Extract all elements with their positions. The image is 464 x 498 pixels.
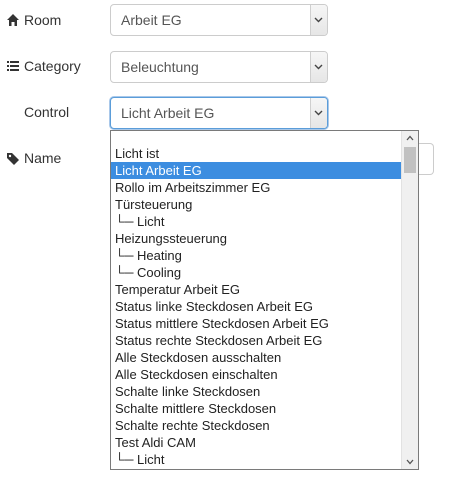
list-icon: [6, 59, 20, 73]
dropdown-option[interactable]: Status mittlere Steckdosen Arbeit EG: [111, 315, 402, 332]
scrollbar-thumb[interactable]: [404, 147, 416, 173]
dropdown-option[interactable]: └─ Cooling: [111, 264, 402, 281]
control-dropdown-list[interactable]: Licht ist Licht Arbeit EG Rollo im Arbeits…: [110, 130, 419, 470]
control-label: Control: [24, 104, 70, 120]
room-label: Room: [24, 12, 62, 28]
option-list: Licht ist Licht Arbeit EG Rollo im Arbeits…: [111, 145, 402, 468]
name-label-row: Name: [6, 148, 61, 168]
dropdown-option[interactable]: Test Aldi CAM: [111, 434, 402, 451]
category-label-row: Category: [6, 56, 81, 76]
room-label-row: Room: [6, 10, 61, 30]
home-icon: [6, 13, 20, 27]
chevron-down-icon[interactable]: [310, 5, 327, 35]
dropdown-option[interactable]: Alle Steckdosen ausschalten: [111, 349, 402, 366]
dropdown-option[interactable]: Alle Steckdosen einschalten: [111, 366, 402, 383]
tag-icon: [6, 151, 20, 165]
chevron-down-icon[interactable]: [310, 98, 327, 128]
dropdown-option[interactable]: Rollo im Arbeitszimmer EG: [111, 179, 402, 196]
dropdown-option[interactable]: Schalte linke Steckdosen: [111, 383, 402, 400]
scroll-up-icon[interactable]: [402, 131, 418, 145]
dropdown-option[interactable]: Heizungssteuerung: [111, 230, 402, 247]
dropdown-option[interactable]: └─ Licht: [111, 451, 402, 468]
dropdown-option[interactable]: Schalte mittlere Steckdosen: [111, 400, 402, 417]
dropdown-option[interactable]: Licht ist: [111, 145, 402, 162]
dropdown-option[interactable]: Licht Arbeit EG: [111, 162, 402, 179]
dropdown-option[interactable]: Temperatur Arbeit EG: [111, 281, 402, 298]
category-select[interactable]: Beleuchtung: [110, 51, 328, 83]
scroll-down-icon[interactable]: [402, 455, 418, 469]
dropdown-option[interactable]: Schalte rechte Steckdosen: [111, 417, 402, 434]
chevron-down-icon[interactable]: [310, 52, 327, 82]
dropdown-option[interactable]: └─ Licht: [111, 213, 402, 230]
category-label: Category: [24, 58, 81, 74]
dropdown-scrollbar[interactable]: [401, 131, 418, 469]
control-select-value: Licht Arbeit EG: [121, 105, 215, 121]
dropdown-option[interactable]: Status rechte Steckdosen Arbeit EG: [111, 332, 402, 349]
dropdown-option[interactable]: └─ Heating: [111, 247, 402, 264]
control-label-row: Control: [24, 102, 69, 122]
dropdown-option[interactable]: Status linke Steckdosen Arbeit EG: [111, 298, 402, 315]
control-form: Room Arbeit EG Category Beleuchtung Cont…: [0, 0, 464, 498]
control-select[interactable]: Licht Arbeit EG: [110, 97, 328, 129]
dropdown-option[interactable]: Türsteuerung: [111, 196, 402, 213]
room-select-value: Arbeit EG: [121, 12, 182, 28]
room-select[interactable]: Arbeit EG: [110, 4, 328, 36]
name-label: Name: [24, 150, 62, 166]
category-select-value: Beleuchtung: [121, 59, 199, 75]
